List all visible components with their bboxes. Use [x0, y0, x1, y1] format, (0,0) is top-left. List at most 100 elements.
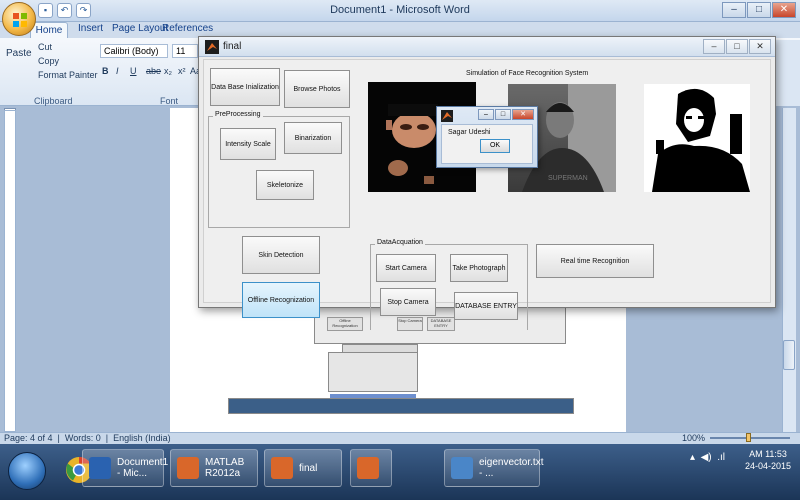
format-painter-button[interactable]: Format Painter	[38, 70, 98, 80]
tab-references[interactable]: References	[162, 23, 213, 34]
maximize-button[interactable]: □	[747, 2, 771, 18]
undo-icon[interactable]: ↶	[57, 3, 72, 18]
matlab-dialog-icon	[441, 110, 453, 122]
strikethrough-button[interactable]: abe	[146, 66, 161, 76]
font-family-select[interactable]: Calibri (Body)	[100, 44, 168, 58]
word-titlebar: Document1 - Microsoft Word ▪ ↶ ↷ – □ ✕	[0, 0, 800, 22]
clock[interactable]: AM 11:53 24-04-2015	[742, 448, 794, 472]
dialog-body: Sagar Udeshi OK	[441, 124, 533, 164]
quick-access-toolbar: ▪ ↶ ↷	[38, 3, 91, 18]
zoom-slider[interactable]	[710, 433, 790, 442]
page-count[interactable]: Page: 4 of 4	[4, 433, 53, 443]
taskbar-word[interactable]: Document1 - Mic...	[82, 449, 168, 487]
matlab-icon	[177, 457, 199, 479]
tab-home[interactable]: Home	[30, 22, 68, 38]
font-group-label: Font	[160, 96, 179, 106]
stop-camera-button[interactable]: Stop Camera	[380, 288, 436, 316]
clipboard-group-label: Clipboard	[34, 96, 73, 106]
superscript-button[interactable]: x²	[178, 66, 186, 76]
taskbar-final-label: final	[299, 462, 318, 474]
skeletonize-button[interactable]: Skeletonize	[256, 170, 314, 200]
zoom-thumb[interactable]	[746, 433, 751, 442]
start-button[interactable]	[8, 452, 46, 490]
figure-maximize-button[interactable]: □	[726, 39, 748, 54]
ok-button[interactable]: OK	[480, 139, 510, 153]
database-entry-button[interactable]: DATABASE ENTRY	[454, 292, 518, 320]
save-icon[interactable]: ▪	[38, 3, 53, 18]
figure-close-button[interactable]: ✕	[749, 39, 771, 54]
volume-icon[interactable]: ◀)	[701, 452, 712, 463]
minimize-button[interactable]: –	[722, 2, 746, 18]
matlab-figure-window: final – □ ✕ Simulation of Face Recogniti…	[198, 36, 776, 330]
data-acquisition-title: DataAcquation	[375, 239, 425, 246]
dialog-minimize-button[interactable]: –	[478, 109, 494, 120]
paste-button[interactable]: Paste	[6, 48, 32, 59]
figure-minimize-button[interactable]: –	[703, 39, 725, 54]
offline-recognition-button[interactable]: Offline Recognization	[242, 282, 320, 318]
start-camera-button[interactable]: Start Camera	[376, 254, 436, 282]
dialog-maximize-button[interactable]: □	[495, 109, 511, 120]
ribbon-edge	[774, 40, 800, 106]
binary-face-graphic	[652, 88, 750, 192]
clock-date: 24-04-2015	[744, 461, 792, 471]
preprocessing-title: PreProcessing	[213, 111, 263, 118]
database-init-button[interactable]: Data Base Inialization	[210, 68, 280, 106]
cut-button[interactable]: Cut	[38, 42, 52, 52]
word-doc-icon	[89, 457, 111, 479]
zoom-area: 100%	[682, 433, 790, 443]
word-count[interactable]: Words: 0	[65, 433, 101, 443]
skin-detection-button[interactable]: Skin Detection	[242, 236, 320, 274]
browse-photos-button[interactable]: Browse Photos	[284, 70, 350, 108]
network-icon[interactable]: .ıl	[717, 452, 725, 463]
redo-icon[interactable]: ↷	[76, 3, 91, 18]
clock-time: AM 11:53	[749, 449, 787, 459]
scrollbar-thumb[interactable]	[783, 340, 795, 370]
word-window-controls: – □ ✕	[722, 2, 796, 18]
tab-insert[interactable]: Insert	[78, 23, 103, 34]
office-logo-icon	[13, 13, 27, 27]
matlab-logo-icon	[205, 40, 219, 54]
font-size-select[interactable]: 11	[172, 44, 198, 58]
nested-offline-button: Offline Recognization	[327, 317, 363, 331]
subscript-button[interactable]: x₂	[164, 66, 172, 76]
taskbar-final[interactable]: final	[264, 449, 342, 487]
status-left: Page: 4 of 4 | Words: 0 | English (India…	[4, 433, 171, 443]
bold-button[interactable]: B	[102, 66, 109, 76]
intensity-scale-button[interactable]: Intensity Scale	[220, 128, 276, 160]
binarization-button[interactable]: Binarization	[284, 122, 342, 154]
underline-button[interactable]: U	[130, 66, 137, 76]
vertical-scrollbar[interactable]	[782, 108, 796, 432]
tray-arrow-icon[interactable]: ▴	[690, 452, 695, 463]
taskbar-notepad[interactable]: eigenvector.txt - ...	[444, 449, 544, 487]
italic-button[interactable]: I	[116, 66, 119, 76]
office-button[interactable]	[2, 2, 36, 36]
vertical-ruler	[4, 110, 16, 432]
matlab-icon-2	[357, 457, 379, 479]
language-indicator[interactable]: English (India)	[113, 433, 171, 443]
taskbar-matlab-label: MATLAB R2012a	[205, 457, 245, 479]
taskbar-word-label: Document1 - Mic...	[117, 457, 169, 479]
figure-titlebar[interactable]: final – □ ✕	[199, 37, 775, 57]
take-photograph-button[interactable]: Take Photograph	[450, 254, 508, 282]
binarized-image	[644, 84, 750, 192]
matlab-figure-icon	[271, 457, 293, 479]
taskbar-matlab[interactable]: MATLAB R2012a	[170, 449, 258, 487]
dialog-close-button[interactable]: ✕	[512, 109, 534, 120]
nested-taskbar	[228, 398, 574, 414]
figure-title: final	[223, 41, 242, 52]
dialog-window-controls: – □ ✕	[478, 109, 534, 120]
zoom-level[interactable]: 100%	[682, 433, 705, 443]
close-button[interactable]: ✕	[772, 2, 796, 18]
realtime-recognition-button[interactable]: Real time Recognition	[536, 244, 654, 278]
nested-screenshot-3	[328, 352, 418, 392]
copy-button[interactable]: Copy	[38, 56, 59, 66]
figure-window-controls: – □ ✕	[703, 39, 771, 54]
tab-page-layout[interactable]: Page Layout	[112, 23, 168, 34]
message-dialog: – □ ✕ Sagar Udeshi OK	[436, 106, 538, 168]
taskbar-notepad-label: eigenvector.txt - ...	[479, 457, 544, 479]
taskbar-matlab-2[interactable]	[350, 449, 392, 487]
status-bar: Page: 4 of 4 | Words: 0 | English (India…	[0, 432, 800, 444]
notepad-icon	[451, 457, 473, 479]
figure-body: Simulation of Face Recognition System Da…	[203, 59, 771, 330]
word-window-title: Document1 - Microsoft Word	[330, 4, 470, 16]
